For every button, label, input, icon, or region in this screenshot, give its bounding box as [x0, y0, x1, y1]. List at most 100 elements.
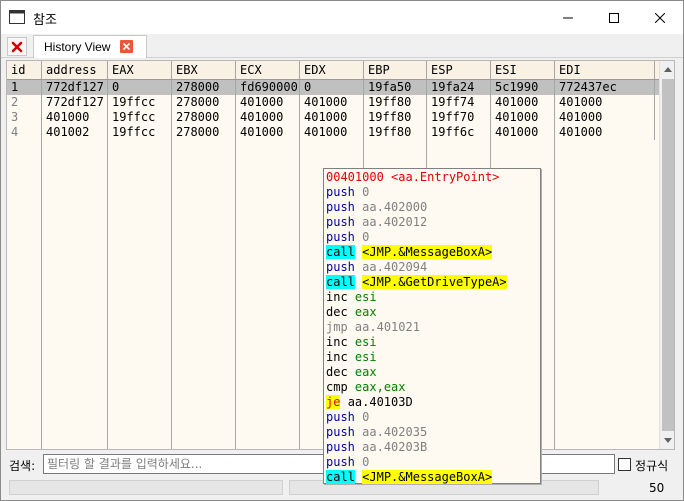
column-divider: [171, 140, 172, 449]
table-cell-eax: 19ffcc: [108, 95, 172, 110]
table-cell-ebx: 278000: [172, 80, 236, 95]
search-label: 검색:: [9, 459, 36, 473]
mnemonic: push: [326, 440, 355, 454]
column-header-ecx[interactable]: ECX: [236, 61, 300, 79]
chevron-up-icon: [664, 67, 672, 72]
disasm-line: jmp aa.401021: [326, 320, 540, 335]
disasm-line: cmp eax,eax: [326, 380, 540, 395]
disasm-line: push 0: [326, 185, 540, 200]
operand: <JMP.&GetDriveTypeA>: [362, 275, 507, 289]
operand: eax: [354, 305, 377, 319]
table-cell-ebp: 19fa50: [364, 80, 427, 95]
column-header-edx[interactable]: EDX: [300, 61, 364, 79]
red-x-icon: [11, 41, 23, 52]
disasm-line: call <JMP.&GetDriveTypeA>: [326, 275, 540, 290]
column-header-ebp[interactable]: EBP: [364, 61, 427, 79]
column-header-edi[interactable]: EDI: [555, 61, 655, 79]
mnemonic: call: [326, 470, 355, 484]
table-cell-edx: 401000: [300, 110, 364, 125]
mnemonic: dec: [326, 305, 348, 319]
disasm-line: push aa.40203B: [326, 440, 540, 455]
table-cell-edx: 0: [300, 80, 364, 95]
mnemonic: push: [326, 230, 355, 244]
table-cell-ebx: 278000: [172, 110, 236, 125]
table-cell-esp: 19ff70: [427, 110, 491, 125]
disasm-line: inc esi: [326, 350, 540, 365]
disasm-line: push aa.402012: [326, 215, 540, 230]
column-header-esp[interactable]: ESP: [427, 61, 491, 79]
table-cell-edx: 401000: [300, 95, 364, 110]
minimize-button[interactable]: [545, 1, 591, 34]
column-divider: [235, 140, 236, 449]
mnemonic: inc: [326, 350, 348, 364]
mnemonic: push: [326, 185, 355, 199]
table-row[interactable]: 1 772df127 0 278000 fd690000 0 19fa50 19fa24 5c1…: [7, 80, 659, 95]
mnemonic: push: [326, 200, 355, 214]
table-cell-esp: 19fa24: [427, 80, 491, 95]
operand: eax,eax: [354, 380, 406, 394]
close-icon: [122, 42, 131, 51]
disassembly-tooltip: 00401000 <aa.EntryPoint> push 0 push aa.4…: [323, 168, 541, 484]
column-header-id[interactable]: id: [7, 61, 42, 79]
table-cell-esi: 401000: [491, 125, 555, 140]
mnemonic: jmp: [326, 320, 348, 334]
column-header-esi[interactable]: ESI: [491, 61, 555, 79]
table-cell-edx: 401000: [300, 125, 364, 140]
disasm-line: call <JMP.&MessageBoxA>: [326, 245, 540, 260]
disasm-line: push aa.402035: [326, 425, 540, 440]
table-cell-esi: 401000: [491, 95, 555, 110]
close-all-tabs-button[interactable]: [7, 37, 27, 56]
mnemonic: je: [326, 395, 341, 409]
disasm-line: push aa.402000: [326, 200, 540, 215]
tab-history-view[interactable]: History View: [33, 35, 147, 58]
table-cell-ebp: 19ff80: [364, 95, 427, 110]
table-cell-ecx: 401000: [236, 95, 300, 110]
column-divider: [299, 140, 300, 449]
vertical-scrollbar[interactable]: [659, 61, 674, 449]
column-header-ebx[interactable]: EBX: [172, 61, 236, 79]
table-row[interactable]: 4 401002 19ffcc 278000 401000 401000 19ff80 19f…: [7, 125, 659, 140]
mnemonic: call: [326, 275, 355, 289]
table-cell-id: 1: [7, 80, 42, 95]
references-window: 참조 History View id address EAX EBX ECX E…: [0, 0, 684, 501]
column-header-address[interactable]: address: [42, 61, 108, 79]
table-row[interactable]: 3 401000 19ffcc 278000 401000 401000 19ff80 19f…: [7, 110, 659, 125]
operand: esi: [354, 290, 377, 304]
disasm-line: inc esi: [326, 290, 540, 305]
window-icon: [9, 10, 25, 24]
mnemonic: push: [326, 215, 355, 229]
horizontal-scrollbar[interactable]: [9, 480, 283, 495]
mnemonic: dec: [326, 365, 348, 379]
title-bar: 참조: [1, 1, 683, 34]
table-cell-ebx: 278000: [172, 125, 236, 140]
scrollbar-thumb[interactable]: [662, 79, 674, 431]
table-cell-esi: 5c1990: [491, 80, 555, 95]
maximize-button[interactable]: [591, 1, 637, 34]
scroll-down-button[interactable]: [660, 432, 674, 449]
disasm-line: je aa.40103D: [326, 395, 540, 410]
operand: aa.402000: [362, 200, 428, 214]
tab-close-button[interactable]: [120, 40, 133, 53]
column-header-eax[interactable]: EAX: [108, 61, 172, 79]
table-cell-address: 401002: [42, 125, 108, 140]
mnemonic: push: [326, 425, 355, 439]
disasm-line: push 0: [326, 230, 540, 245]
table-cell-edi: 401000: [555, 95, 655, 110]
table-cell-eax: 19ffcc: [108, 125, 172, 140]
table-row[interactable]: 2 772df127 19ffcc 278000 401000 401000 19ff80 1…: [7, 95, 659, 110]
operand: aa.402094: [362, 260, 428, 274]
column-divider: [41, 140, 42, 449]
operand: 0: [362, 455, 370, 469]
entry-point-label: 00401000 <aa.EntryPoint>: [326, 170, 500, 184]
operand: <JMP.&MessageBoxA>: [362, 245, 493, 259]
table-cell-edi: 401000: [555, 110, 655, 125]
mnemonic: push: [326, 410, 355, 424]
scroll-up-button[interactable]: [660, 61, 674, 78]
table-cell-edi: 401000: [555, 125, 655, 140]
table-cell-address: 401000: [42, 110, 108, 125]
regex-checkbox[interactable]: [618, 458, 631, 471]
disasm-header: 00401000 <aa.EntryPoint>: [326, 170, 540, 185]
close-window-button[interactable]: [637, 1, 683, 34]
disasm-line: call <JMP.&MessageBoxA>: [326, 470, 540, 485]
operand: eax: [354, 365, 377, 379]
